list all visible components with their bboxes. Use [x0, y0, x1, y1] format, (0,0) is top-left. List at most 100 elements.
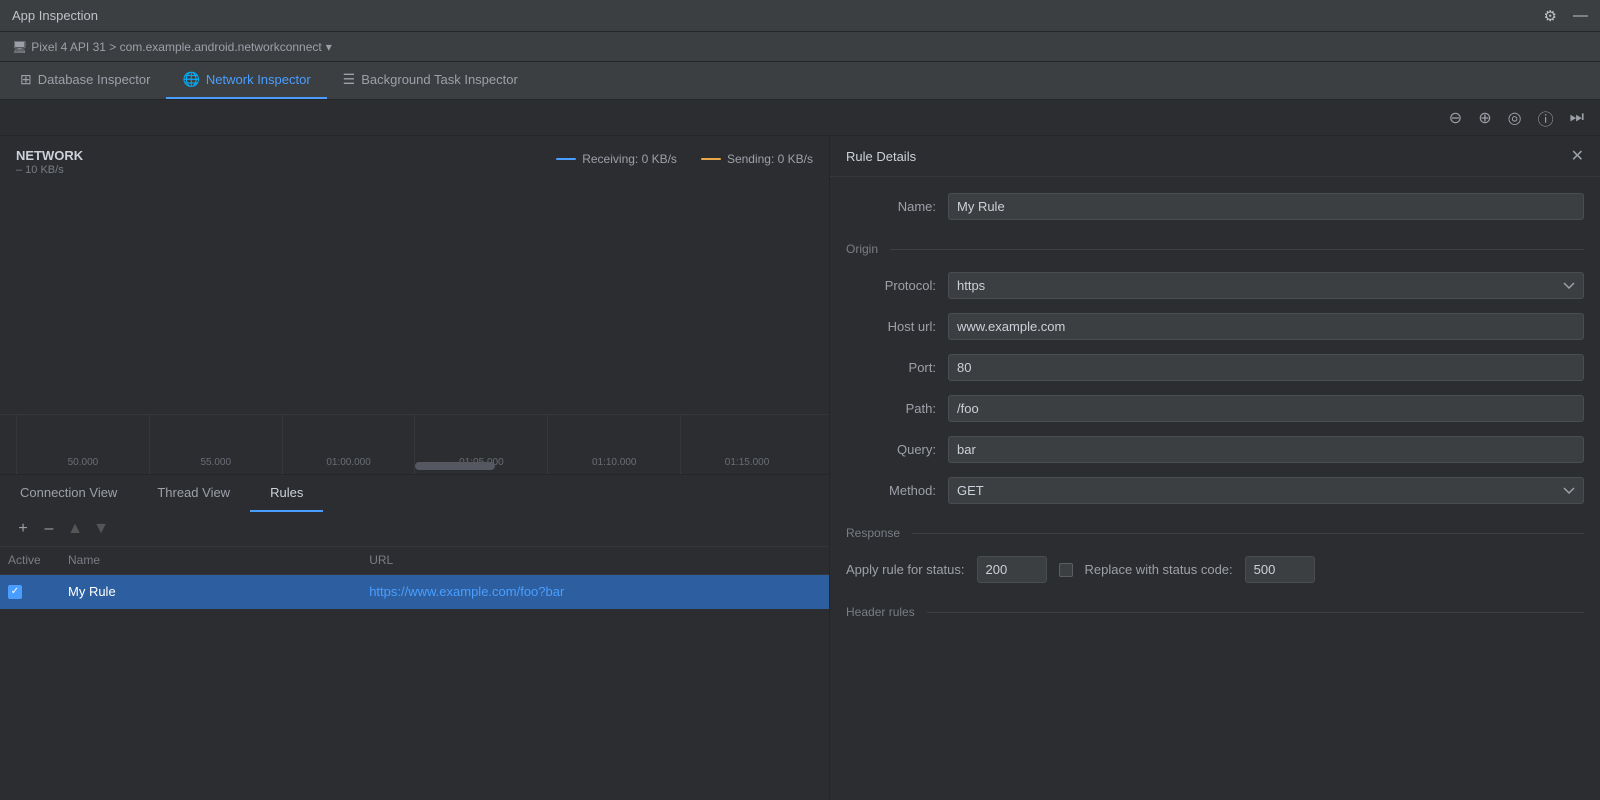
app-title: App Inspection — [12, 8, 98, 23]
col-header-name: Name — [68, 553, 369, 567]
query-row: Query: — [846, 436, 1584, 463]
name-input[interactable] — [948, 193, 1584, 220]
rules-label: Rules — [270, 485, 303, 500]
add-rule-button[interactable]: + — [12, 518, 34, 540]
device-bar: 🖥 Pixel 4 API 31 > com.example.android.n… — [0, 32, 1600, 62]
tick-0: 50.000 — [16, 415, 149, 474]
rules-toolbar: + – ▲ ▼ — [0, 512, 829, 547]
protocol-select[interactable]: https http — [948, 272, 1584, 299]
origin-divider — [890, 249, 1584, 250]
path-row: Path: — [846, 395, 1584, 422]
sub-tab-connection[interactable]: Connection View — [0, 475, 137, 512]
panel-title: Rule Details — [846, 149, 916, 164]
apply-rule-input[interactable] — [977, 556, 1047, 583]
tab-network-inspector[interactable]: 🌐 Network Inspector — [166, 62, 326, 99]
tick-1: 55.000 — [149, 415, 282, 474]
host-url-input[interactable] — [948, 313, 1584, 340]
background-icon: ☰ — [343, 71, 356, 88]
replace-checkbox[interactable] — [1059, 563, 1073, 577]
tab-background-label: Background Task Inspector — [361, 72, 518, 87]
sub-tab-rules[interactable]: Rules — [250, 475, 323, 512]
table-header: Active Name URL — [0, 547, 829, 575]
network-legend: Receiving: 0 KB/s Sending: 0 KB/s — [556, 152, 813, 166]
response-section: Response — [846, 526, 1584, 540]
method-row: Method: GET POST PUT DELETE PATCH — [846, 477, 1584, 504]
cell-name: My Rule — [68, 584, 369, 599]
header-rules-label: Header rules — [846, 605, 915, 619]
settings-icon[interactable]: ⚙ — [1544, 7, 1557, 25]
move-up-button[interactable]: ▲ — [64, 518, 86, 540]
info-button[interactable]: ⓘ — [1534, 104, 1558, 132]
name-label: Name: — [846, 199, 936, 214]
zoom-out-button[interactable]: ⊖ — [1445, 106, 1466, 130]
sending-line — [701, 158, 721, 160]
tab-database-inspector[interactable]: ⊞ Database Inspector — [4, 62, 166, 99]
right-panel: Rule Details ✕ Name: Origin Protocol: ht… — [830, 136, 1600, 800]
port-label: Port: — [846, 360, 936, 375]
header-rules-divider — [927, 612, 1584, 613]
query-label: Query: — [846, 442, 936, 457]
origin-label: Origin — [846, 242, 878, 256]
apply-rule-label: Apply rule for status: — [846, 562, 965, 577]
sub-tab-thread[interactable]: Thread View — [137, 475, 250, 512]
origin-section: Origin — [846, 242, 1584, 256]
timeline-area[interactable]: 50.000 55.000 01:00.000 01:05.000 01:10.… — [0, 414, 829, 474]
table-row[interactable]: My Rule https://www.example.com/foo?bar — [0, 575, 829, 609]
replace-label: Replace with status code: — [1085, 562, 1233, 577]
network-icon: 🌐 — [182, 71, 199, 88]
zoom-in-button[interactable]: ⊕ — [1474, 106, 1495, 130]
tab-bar: ⊞ Database Inspector 🌐 Network Inspector… — [0, 62, 1600, 100]
receiving-label: Receiving: 0 KB/s — [582, 152, 677, 166]
query-input[interactable] — [948, 436, 1584, 463]
database-icon: ⊞ — [20, 71, 32, 88]
rules-table: Active Name URL My Rule https://www.exam… — [0, 547, 829, 800]
close-button[interactable]: ✕ — [1571, 146, 1584, 166]
tab-background-inspector[interactable]: ☰ Background Task Inspector — [327, 62, 534, 99]
response-divider — [912, 533, 1584, 534]
cell-active — [8, 585, 68, 599]
response-row: Apply rule for status: Replace with stat… — [846, 556, 1584, 583]
skip-button[interactable]: ⏭ — [1566, 107, 1588, 129]
tick-4: 01:10.000 — [547, 415, 680, 474]
chart-area: NETWORK – 10 KB/s Receiving: 0 KB/s Send… — [0, 136, 829, 414]
panel-header: Rule Details ✕ — [830, 136, 1600, 177]
protocol-row: Protocol: https http — [846, 272, 1584, 299]
tab-network-label: Network Inspector — [206, 72, 311, 87]
header-rules-section: Header rules — [846, 605, 1584, 619]
minimize-icon[interactable]: — — [1573, 7, 1588, 24]
connection-view-label: Connection View — [20, 485, 117, 500]
title-bar: App Inspection ⚙ — — [0, 0, 1600, 32]
tab-database-label: Database Inspector — [38, 72, 151, 87]
col-header-active: Active — [8, 553, 68, 567]
sending-label: Sending: 0 KB/s — [727, 152, 813, 166]
path-input[interactable] — [948, 395, 1584, 422]
receiving-legend: Receiving: 0 KB/s — [556, 152, 677, 166]
method-label: Method: — [846, 483, 936, 498]
replace-input[interactable] — [1245, 556, 1315, 583]
tick-2: 01:00.000 — [282, 415, 415, 474]
move-down-button[interactable]: ▼ — [90, 518, 112, 540]
host-url-label: Host url: — [846, 319, 936, 334]
sub-tab-bar: Connection View Thread View Rules — [0, 474, 829, 512]
device-dropdown-icon[interactable]: ▾ — [326, 40, 332, 54]
protocol-label: Protocol: — [846, 278, 936, 293]
rule-form: Name: Origin Protocol: https http Host u… — [830, 177, 1600, 651]
network-info: NETWORK – 10 KB/s — [16, 148, 83, 176]
device-icon: 🖥 — [12, 40, 27, 54]
network-header: NETWORK – 10 KB/s Receiving: 0 KB/s Send… — [16, 148, 813, 176]
network-title: NETWORK — [16, 148, 83, 164]
scroll-thumb[interactable] — [415, 462, 495, 470]
title-bar-right: ⚙ — — [1544, 7, 1588, 25]
reset-button[interactable]: ◎ — [1504, 106, 1526, 130]
network-rate: – 10 KB/s — [16, 164, 83, 176]
remove-rule-button[interactable]: – — [38, 518, 60, 540]
left-panel: NETWORK – 10 KB/s Receiving: 0 KB/s Send… — [0, 136, 830, 800]
main-toolbar: ⊖ ⊕ ◎ ⓘ ⏭ — [0, 100, 1600, 136]
receiving-line — [556, 158, 576, 160]
host-url-row: Host url: — [846, 313, 1584, 340]
port-input[interactable] — [948, 354, 1584, 381]
col-header-url: URL — [369, 553, 821, 567]
rule-active-checkbox[interactable] — [8, 585, 22, 599]
path-label: Path: — [846, 401, 936, 416]
method-select[interactable]: GET POST PUT DELETE PATCH — [948, 477, 1584, 504]
